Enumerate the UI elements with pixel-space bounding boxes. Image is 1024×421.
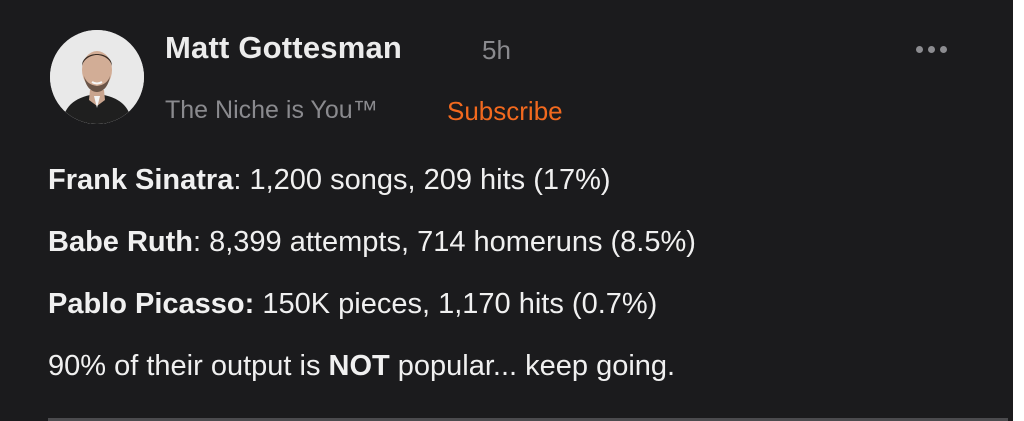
line-label: Babe Ruth bbox=[48, 226, 193, 258]
post-timestamp: 5h bbox=[482, 35, 511, 65]
emphasis-text: NOT bbox=[328, 350, 390, 382]
line-text: 150K pieces, 1,170 hits (0.7%) bbox=[254, 288, 658, 320]
closing-text: 90% of their output is bbox=[48, 350, 329, 382]
line-label: Pablo Picasso: bbox=[48, 288, 255, 320]
closing-text-end: popular... keep going. bbox=[389, 350, 676, 382]
post-line: Frank Sinatra: 1,200 songs, 209 hits (17… bbox=[48, 149, 988, 211]
author-name[interactable]: Matt Gottesman bbox=[165, 30, 402, 66]
post-line: Pablo Picasso: 150K pieces, 1,170 hits (… bbox=[48, 273, 988, 335]
post-line: Babe Ruth: 8,399 attempts, 714 homeruns … bbox=[48, 211, 988, 273]
post-body: Frank Sinatra: 1,200 songs, 209 hits (17… bbox=[48, 149, 988, 397]
publication-name[interactable]: The Niche is You™ bbox=[165, 96, 378, 125]
more-dot bbox=[916, 46, 923, 53]
line-text: : 1,200 songs, 209 hits (17%) bbox=[233, 164, 611, 196]
line-text: : 8,399 attempts, 714 homeruns (8.5%) bbox=[193, 226, 696, 258]
closing-line: 90% of their output is NOT popular... ke… bbox=[48, 335, 988, 397]
more-dot bbox=[928, 46, 935, 53]
avatar-image bbox=[50, 30, 144, 124]
line-label: Frank Sinatra bbox=[48, 164, 234, 196]
author-avatar[interactable] bbox=[50, 30, 144, 124]
subscribe-button[interactable]: Subscribe bbox=[447, 96, 563, 127]
post-card: Matt Gottesman 5h The Niche is You™ Subs… bbox=[0, 0, 1013, 421]
more-dot bbox=[940, 46, 947, 53]
more-horizontal-icon[interactable] bbox=[912, 42, 952, 58]
